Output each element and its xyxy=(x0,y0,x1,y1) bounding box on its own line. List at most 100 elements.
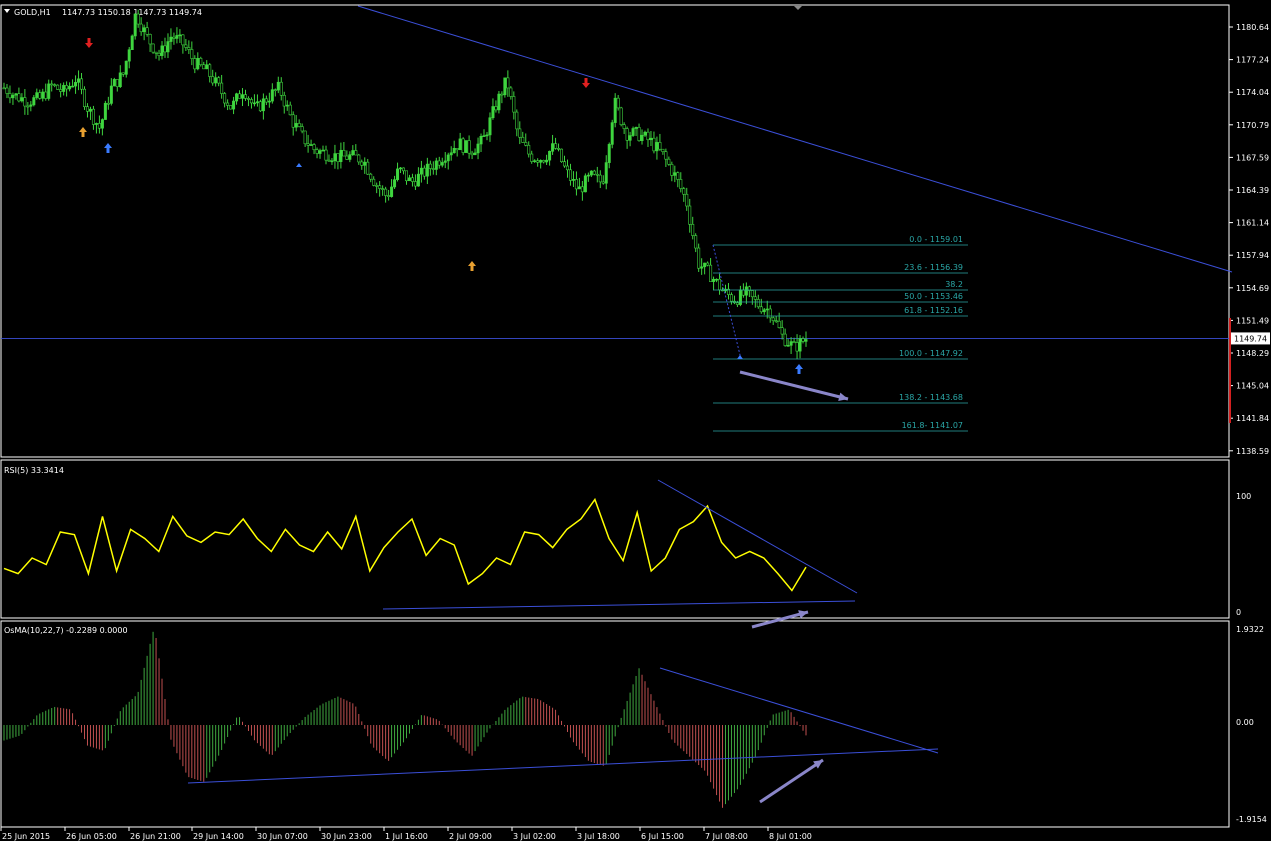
candle-body xyxy=(255,101,259,104)
candle-body xyxy=(804,339,808,342)
fib-level-label: 50.0 - 1153.46 xyxy=(904,292,963,301)
candle-body xyxy=(223,93,227,104)
candle-body xyxy=(345,155,349,160)
candle-body xyxy=(524,142,528,146)
candle-body xyxy=(735,302,739,305)
candle-body xyxy=(41,91,45,99)
candle-body xyxy=(619,107,623,126)
rsi-title: RSI(5) 33.3414 xyxy=(4,466,64,475)
candle-body xyxy=(387,195,391,197)
candle-body xyxy=(473,152,477,156)
candle-body xyxy=(396,168,400,180)
trading-chart[interactable]: GOLD,H1 1147.73 1150.18 1147.73 1149.74 … xyxy=(0,0,1271,841)
candle-body xyxy=(691,223,695,236)
time-tick-label: 3 Jul 18:00 xyxy=(577,832,620,841)
candle-body xyxy=(798,338,802,352)
candle-body xyxy=(375,185,379,187)
fib-level-label: 161.8- 1141.07 xyxy=(902,421,963,430)
candle-body xyxy=(205,64,209,70)
fib-level-label: 23.6 - 1156.39 xyxy=(904,263,963,272)
candle-body xyxy=(378,185,382,189)
price-tick-label: 1148.29 xyxy=(1236,349,1269,358)
candle-body xyxy=(381,188,385,190)
candle-body xyxy=(148,34,152,45)
candle-body xyxy=(774,320,778,322)
candle-body xyxy=(26,105,30,108)
candle-body xyxy=(44,91,48,99)
candle-body xyxy=(589,170,593,176)
candle-body xyxy=(431,168,435,170)
candle-body xyxy=(482,135,486,137)
candle-body xyxy=(321,149,325,152)
candle-body xyxy=(416,173,420,187)
ohlc-label: 1147.73 1150.18 1147.73 1149.74 xyxy=(62,8,202,17)
candle-body xyxy=(557,148,561,150)
candle-body xyxy=(652,137,656,152)
candle-body xyxy=(712,278,716,282)
candle-body xyxy=(613,97,617,123)
candle-body xyxy=(2,87,6,90)
candle-body xyxy=(246,98,250,100)
candle-body xyxy=(8,93,12,99)
candle-body xyxy=(62,85,66,92)
candle-body xyxy=(348,154,352,160)
candle-body xyxy=(786,345,790,347)
candle-body xyxy=(273,89,277,91)
candle-body xyxy=(497,93,501,111)
candle-body xyxy=(536,160,540,163)
candle-body xyxy=(679,179,683,189)
candle-body xyxy=(479,135,483,145)
candle-body xyxy=(437,160,441,166)
candle-body xyxy=(682,188,686,195)
candle-body xyxy=(709,264,713,282)
candle-body xyxy=(697,247,701,269)
candle-body xyxy=(109,85,113,104)
candle-body xyxy=(288,104,292,116)
price-tick-label: 1151.49 xyxy=(1236,316,1269,325)
rsi-tick-label: 100 xyxy=(1236,492,1251,501)
candle-body xyxy=(491,106,495,119)
candle-body xyxy=(241,94,245,99)
candle-body xyxy=(142,27,146,33)
candle-body xyxy=(300,126,304,132)
time-tick-label: 30 Jun 07:00 xyxy=(257,832,308,841)
candle-body xyxy=(261,98,265,112)
candle-body xyxy=(428,163,432,169)
candle-body xyxy=(616,97,620,109)
candle-body xyxy=(252,102,256,105)
candle-body xyxy=(193,58,197,70)
time-tick-label: 1 Jul 16:00 xyxy=(385,832,428,841)
candle-body xyxy=(115,79,119,87)
candle-body xyxy=(646,131,650,141)
candle-body xyxy=(676,172,680,180)
candle-body xyxy=(232,100,236,110)
candle-body xyxy=(139,23,143,33)
candle-body xyxy=(655,142,659,152)
candle-body xyxy=(175,35,179,39)
price-tick-label: 1141.84 xyxy=(1236,414,1269,423)
candle-body xyxy=(211,76,215,84)
candle-body xyxy=(715,278,719,281)
candle-body xyxy=(801,338,805,342)
candle-body xyxy=(601,181,605,184)
candle-body xyxy=(658,142,662,150)
candle-body xyxy=(249,99,253,104)
candle-body xyxy=(360,161,364,166)
time-tick-label: 30 Jun 23:00 xyxy=(321,832,372,841)
fib-level-label: 100.0 - 1147.92 xyxy=(899,349,963,358)
symbol-label: GOLD,H1 xyxy=(14,8,51,17)
candle-body xyxy=(229,105,233,110)
candle-body xyxy=(163,45,167,53)
candle-body xyxy=(145,27,149,35)
candle-body xyxy=(509,87,513,97)
candle-body xyxy=(318,150,322,154)
candle-body xyxy=(390,186,394,197)
candle-body xyxy=(568,169,572,181)
candle-body xyxy=(413,181,417,187)
candle-body xyxy=(166,41,170,53)
candle-body xyxy=(643,131,647,136)
candle-body xyxy=(196,57,200,70)
candle-body xyxy=(771,317,775,321)
candle-body xyxy=(32,97,36,106)
candle-body xyxy=(604,162,608,184)
